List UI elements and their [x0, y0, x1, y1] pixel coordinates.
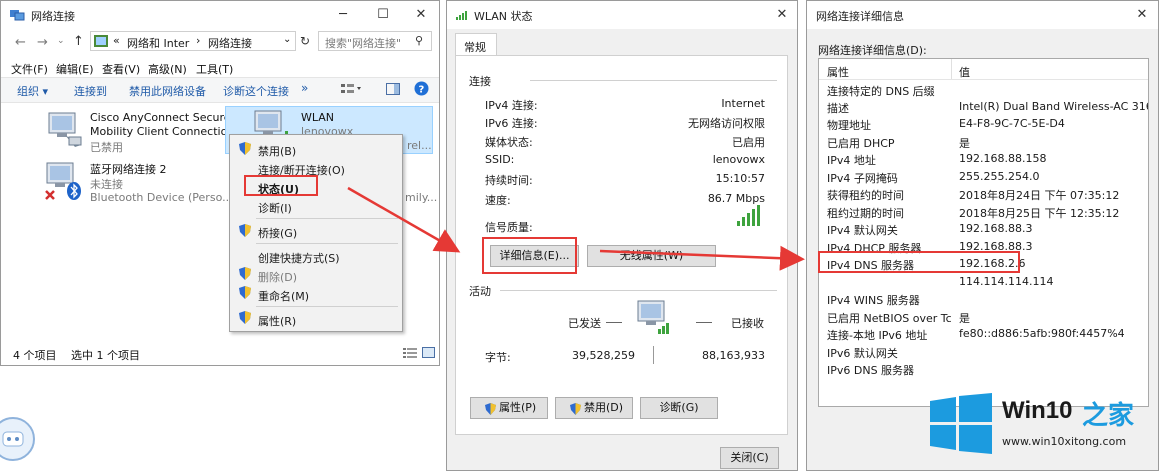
arrow-status-to-details: [347, 186, 461, 253]
watermark-brand-suffix: 之家: [1082, 401, 1135, 431]
windows-logo-icon: [930, 393, 992, 458]
arrow-details-to-dns: [599, 245, 805, 271]
watermark-brand: Win10: [1002, 397, 1073, 424]
watermark: Win10 之家 www.win10xitong.com: [926, 393, 1159, 471]
robot-avatar-icon: [0, 416, 36, 465]
watermark-url: www.win10xitong.com: [1002, 435, 1127, 448]
